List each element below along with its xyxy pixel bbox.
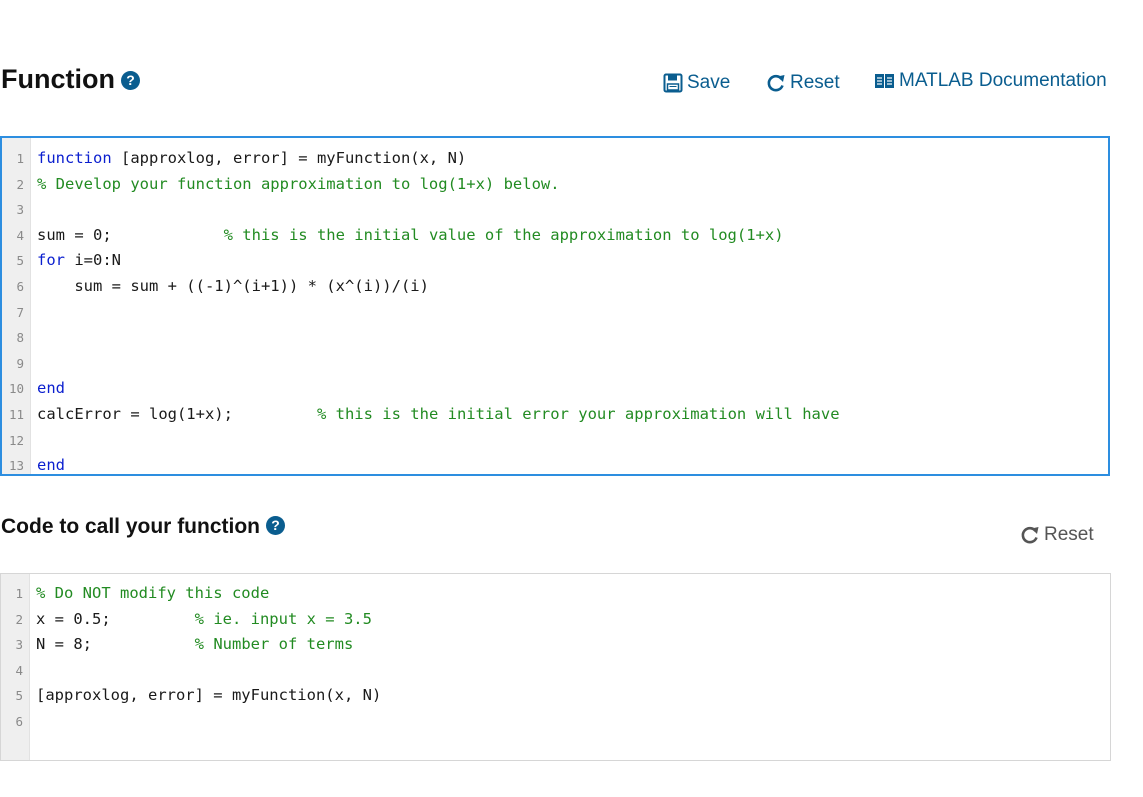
code-text: N = 8; % Number of terms [36,632,353,658]
code-line: 4 sum = 0; % this is the initial value of… [2,223,1108,249]
code-line: 6 sum = sum + ((-1)^(i+1)) * (x^(i))/(i) [2,274,1108,300]
code-token: i=0:N [65,251,121,270]
code-line: 12 [2,428,1108,454]
code-token: N = 8; [36,635,92,654]
comment-token: % this is the initial value of the appro… [223,225,784,244]
function-code-editor[interactable]: 1 function [approxlog, error] = myFunctio… [0,136,1110,476]
call-reset-button[interactable]: Reset [1020,524,1094,546]
comment-token: % Number of terms [194,635,354,654]
code-text: [approxlog, error] = myFunction(x, N) [36,683,381,709]
line-number: 1 [16,151,24,166]
line-number: 10 [8,381,24,397]
code-line: 2 x = 0.5; % ie. input x = 3.5 [1,607,1110,633]
code-line: 7 [2,300,1108,326]
code-line: 8 [2,325,1108,351]
code-line: 2 % Develop your function approximation t… [2,172,1108,198]
question-circle-icon[interactable]: ? [266,516,286,535]
code-line: 10 end [2,376,1108,402]
code-text: for i=0:N [37,248,121,274]
reset-label: Reset [790,72,840,93]
line-number: 2 [16,176,24,192]
keyword-token: end [37,456,65,475]
line-number: 7 [16,304,24,320]
code-token: [approxlog, error] = myFunction(x, N) [36,686,382,705]
call-code-editor: 1 % Do NOT modify this code 2 x = 0.5; % ie… [0,573,1111,761]
line-number: 3 [15,637,23,653]
line-number: 11 [8,407,24,422]
code-text: % Do NOT modify this code [36,581,269,607]
code-text: sum = 0; % this is the initial value of … [37,223,784,249]
book-icon [875,74,894,88]
reset-button[interactable]: Reset [766,72,840,94]
code-line: 5 for i=0:N [2,248,1108,274]
call-section-title: Code to call your function [1,515,261,538]
function-title-wrap: Function? [1,62,140,96]
code-text: calcError = log(1+x); % this is the init… [37,402,840,428]
documentation-label: MATLAB Documentation [899,70,1107,91]
code-line: 9 [2,351,1108,377]
line-number: 6 [16,279,24,294]
call-section-title-wrap: Code to call your function? [1,512,286,542]
code-text: sum = sum + ((-1)^(i+1)) * (x^(i))/(i) [37,274,429,300]
line-number: 2 [15,611,23,627]
call-reset-label: Reset [1044,524,1094,545]
line-number: 1 [15,586,23,601]
code-line: 4 [1,658,1110,684]
comment-token: % Develop your function approximation to… [37,174,560,193]
line-number: 6 [15,714,23,729]
comment-token: % ie. input x = 3.5 [194,609,372,628]
line-number: 4 [16,227,24,243]
code-token: calcError = log(1+x); [37,405,233,423]
save-button[interactable]: Save [663,72,730,94]
code-line: 6 [1,709,1110,735]
refresh-icon [767,74,785,92]
line-number: 12 [8,432,24,448]
line-number: 4 [15,662,23,678]
line-number: 5 [15,688,23,704]
code-token: sum = 0; [37,225,112,244]
code-line: 1 function [approxlog, error] = myFunctio… [2,146,1108,172]
keyword-token: for [37,251,65,270]
function-header: Function? Save Reset MATLAB Documentatio… [0,62,1112,98]
code-token: x = 0.5; [36,609,111,628]
code-line: 3 N = 8; % Number of terms [1,632,1110,658]
code-token: sum = sum + ((-1)^(i+1)) * (x^(i))/(i) [37,277,429,295]
line-number: 13 [8,458,24,474]
code-text: end [37,376,65,402]
line-number: 9 [16,355,24,371]
code-line: 5 [approxlog, error] = myFunction(x, N) [1,683,1110,709]
code-text: % Develop your function approximation to… [37,172,560,198]
matlab-documentation-link[interactable]: MATLAB Documentation [874,70,1107,92]
line-number: 3 [16,202,24,218]
code-line: 3 [2,197,1108,223]
code-text: end [37,453,65,479]
keyword-token: function [37,149,112,167]
code-line: 1 % Do NOT modify this code [1,581,1110,607]
code-text: function [approxlog, error] = myFunction… [37,146,466,172]
keyword-token: end [37,379,65,398]
function-title: Function [1,64,115,94]
floppy-disk-icon [663,73,683,93]
line-number: 8 [16,330,24,346]
refresh-icon [1021,526,1039,544]
comment-token: % this is the initial error your approxi… [316,405,840,423]
code-text: x = 0.5; % ie. input x = 3.5 [36,607,372,633]
code-line: 11 calcError = log(1+x); % this is the in… [2,402,1108,428]
line-number: 5 [16,253,24,269]
code-line: 13 end [2,453,1108,479]
code-token: [approxlog, error] = myFunction(x, N) [111,149,467,167]
save-label: Save [687,72,731,93]
comment-token: % Do NOT modify this code [36,584,270,602]
question-circle-icon[interactable]: ? [120,71,140,90]
